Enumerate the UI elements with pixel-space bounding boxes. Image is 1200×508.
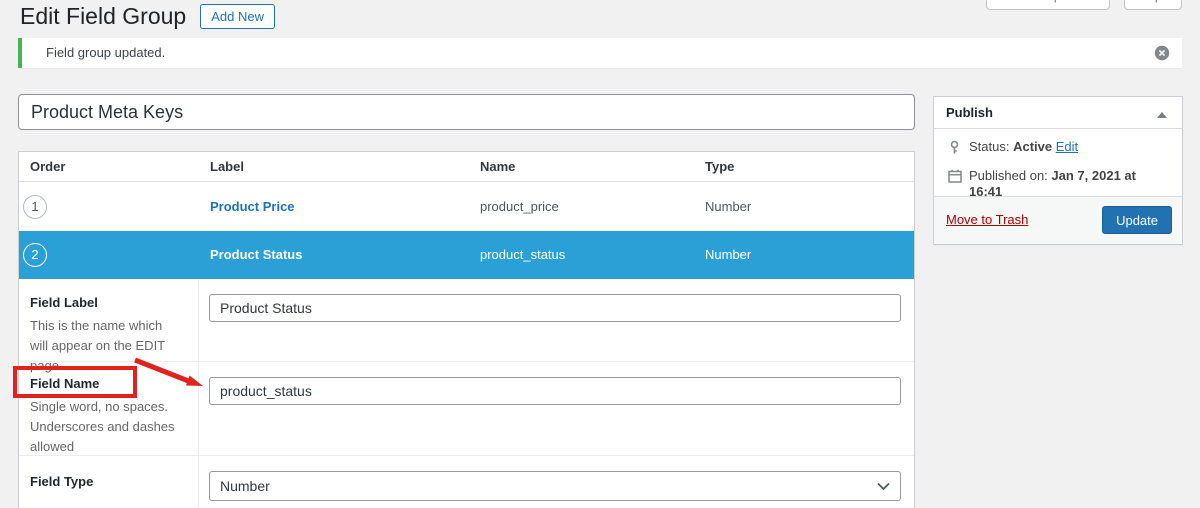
field-name-setting-description: Single word, no spaces. Underscores and … [30,397,182,457]
page-title: Edit Field Group [20,2,186,31]
field-settings-panel: Field Label This is the name which will … [19,279,914,508]
published-on-row: Published on: Jan 7, 2021 at 16:41 [934,168,1182,188]
order-drag-handle[interactable]: 1 [23,195,47,219]
field-type-selected-option: Number [210,472,900,500]
fields-table-header: Order Label Name Type [19,152,914,182]
fields-table: Order Label Name Type 1 Product Price pr… [18,151,915,508]
field-label-link[interactable]: Product Price [210,182,295,231]
wordpress-admin-page: Screen Options ▾ Help ▾ Edit Field Group A… [0,0,1200,508]
column-name: Name [480,152,515,182]
publish-box: Publish Status: Active Edit [933,96,1183,245]
field-type-select[interactable]: Number [209,471,901,501]
move-to-trash-link[interactable]: Move to Trash [946,212,1028,227]
chevron-down-icon [877,482,890,491]
field-type-value: Number [705,231,751,279]
field-label-link[interactable]: Product Status [210,231,302,279]
edit-status-link[interactable]: Edit [1056,139,1078,154]
status-row: Status: Active Edit [934,139,1182,159]
field-name-value: product_price [480,182,559,231]
screen-options-label: Screen Options [999,0,1089,3]
publishing-actions: Move to Trash Update [934,196,1182,244]
update-button[interactable]: Update [1102,206,1172,234]
table-row-product-price[interactable]: 1 Product Price product_price Number [19,182,914,231]
field-name-setting-row: Field Name Single word, no spaces. Under… [19,362,914,456]
field-group-title-input[interactable] [18,94,915,130]
field-label-setting-row: Field Label This is the name which will … [19,279,914,362]
notice-message: Field group updated. [22,38,1182,68]
published-on-label: Published on: [969,168,1048,183]
status-value: Active [1013,139,1052,154]
publish-box-header[interactable]: Publish [934,97,1182,129]
add-new-button[interactable]: Add New [200,4,275,29]
field-type-setting-title: Field Type [30,474,186,489]
status-label: Status: [969,139,1009,154]
dismiss-notice-icon[interactable] [1154,45,1170,61]
circle-x-icon [1154,45,1170,61]
column-label: Label [210,152,244,182]
field-label-input[interactable] [209,294,901,322]
status-pin-icon [948,140,961,159]
field-type-setting-left: Field Type [19,456,198,495]
field-name-input[interactable] [209,377,901,405]
field-type-setting-row: Field Type Number [19,456,914,508]
field-name-value: product_status [480,231,565,279]
field-name-setting-left: Field Name Single word, no spaces. Under… [19,362,198,457]
chevron-down-icon: ▾ [1093,0,1098,2]
column-order: Order [30,152,65,182]
help-label: Help [1135,0,1162,3]
column-type: Type [705,152,734,182]
field-name-setting-title: Field Name [30,376,186,391]
field-label-setting-title: Field Label [30,295,186,310]
help-button[interactable]: Help ▾ [1124,0,1182,10]
update-notice: Field group updated. [18,38,1182,68]
table-row-product-status-selected[interactable]: 2 Product Status product_status Number [19,231,914,279]
chevron-down-icon: ▾ [1166,0,1171,2]
order-drag-handle[interactable]: 2 [23,243,47,267]
screen-options-button[interactable]: Screen Options ▾ [986,0,1110,10]
collapse-toggle-icon[interactable] [1152,97,1172,129]
calendar-icon [948,169,962,187]
page-header: Edit Field Group Add New [20,2,275,31]
publish-box-title: Publish [934,97,1182,129]
field-type-value: Number [705,182,751,231]
